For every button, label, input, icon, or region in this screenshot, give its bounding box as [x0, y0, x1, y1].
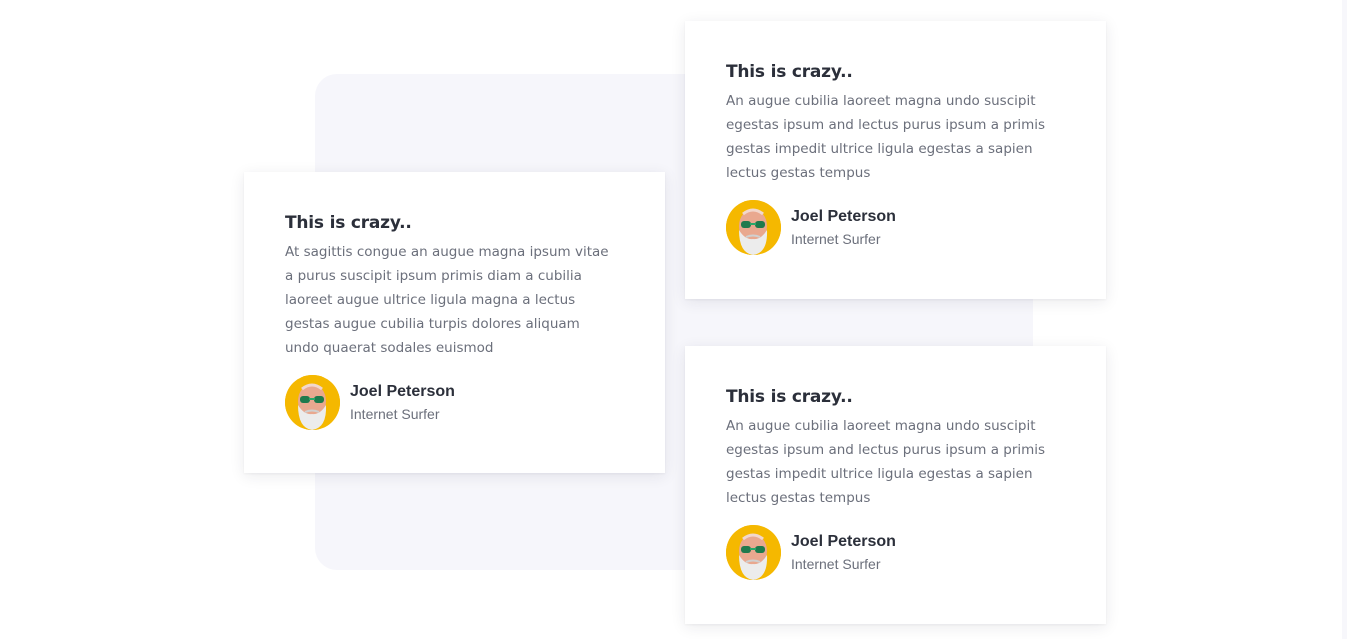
- author-info: Joel Peterson Internet Surfer: [791, 207, 896, 249]
- testimonial-title: This is crazy..: [726, 62, 853, 82]
- author-role: Internet Surfer: [350, 405, 440, 422]
- testimonial-card: This is crazy.. An augue cubilia laoreet…: [685, 21, 1106, 299]
- avatar: [726, 200, 781, 255]
- author-name: Joel Peterson: [791, 532, 896, 550]
- testimonial-card: This is crazy.. At sagittis congue an au…: [244, 172, 665, 473]
- testimonial-text: An augue cubilia laoreet magna undo susc…: [726, 93, 1046, 181]
- testimonial-title: This is crazy..: [285, 213, 412, 233]
- testimonial-text: At sagittis congue an augue magna ipsum …: [285, 244, 609, 356]
- testimonial-card: This is crazy.. An augue cubilia laoreet…: [685, 346, 1106, 624]
- author-info: Joel Peterson Internet Surfer: [350, 382, 455, 424]
- bearded-man-sunglasses-avatar-icon: [285, 375, 340, 430]
- testimonial-title: This is crazy..: [726, 387, 853, 407]
- testimonial-author: Joel Peterson Internet Surfer: [285, 375, 624, 430]
- bearded-man-sunglasses-avatar-icon: [726, 200, 781, 255]
- testimonial-author: Joel Peterson Internet Surfer: [726, 525, 1065, 580]
- bearded-man-sunglasses-avatar-icon: [726, 525, 781, 580]
- testimonial-text: An augue cubilia laoreet magna undo susc…: [726, 418, 1046, 506]
- author-name: Joel Peterson: [350, 382, 455, 400]
- author-role: Internet Surfer: [791, 230, 881, 247]
- author-role: Internet Surfer: [791, 555, 881, 572]
- testimonial-author: Joel Peterson Internet Surfer: [726, 200, 1065, 255]
- page-edge-strip: [1342, 0, 1347, 639]
- author-name: Joel Peterson: [791, 207, 896, 225]
- avatar: [285, 375, 340, 430]
- avatar: [726, 525, 781, 580]
- author-info: Joel Peterson Internet Surfer: [791, 532, 896, 574]
